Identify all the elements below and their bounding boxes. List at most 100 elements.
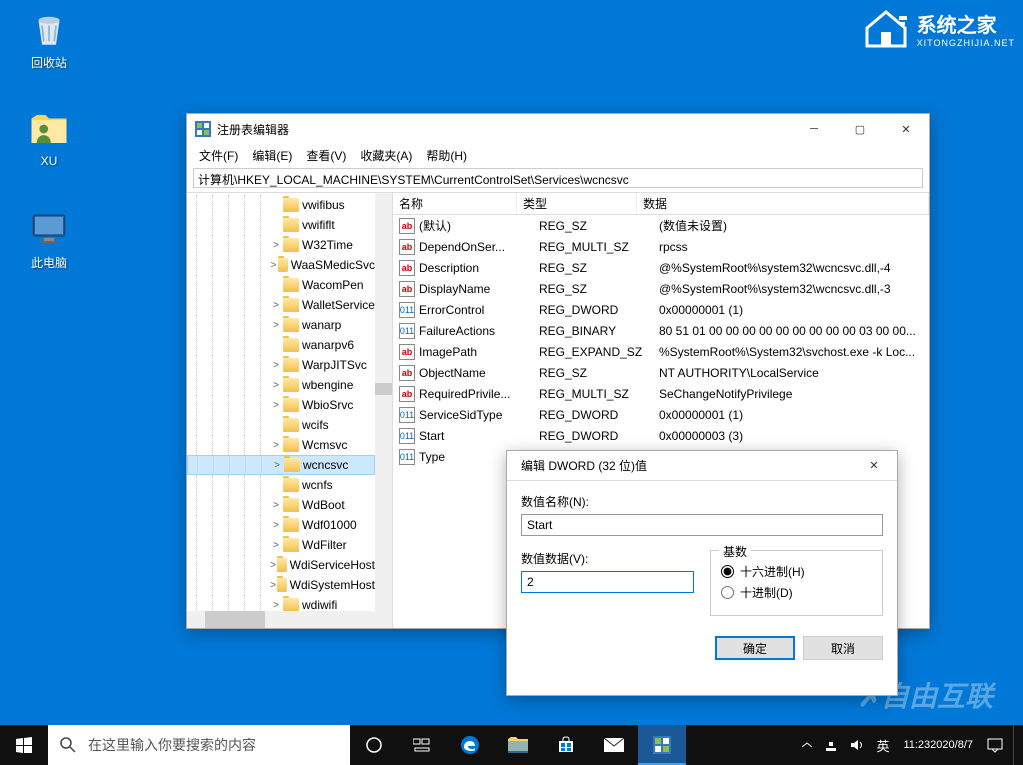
tree-item[interactable]: wcifs [187,415,375,435]
start-button[interactable] [0,725,48,765]
show-desktop[interactable] [1013,725,1019,765]
close-button[interactable]: ✕ [883,114,929,144]
folder-icon [283,498,299,512]
menu-help[interactable]: 帮助(H) [420,145,473,166]
expand-icon[interactable]: > [269,440,283,451]
this-pc-icon[interactable]: 此电脑 [14,208,84,271]
expand-icon[interactable]: > [270,460,284,471]
column-data[interactable]: 数据 [637,193,929,214]
column-name[interactable]: 名称 [393,193,517,214]
menu-file[interactable]: 文件(F) [193,145,244,166]
expand-icon[interactable]: > [269,260,278,271]
cortana-button[interactable] [350,725,398,765]
folder-xu-icon[interactable]: XU [14,108,84,168]
value-type: REG_SZ [533,282,653,296]
value-row[interactable]: abObjectNameREG_SZNT AUTHORITY\LocalServ… [393,362,929,383]
expand-icon[interactable]: > [269,500,283,511]
value-row[interactable]: ab(默认)REG_SZ(数值未设置) [393,215,929,236]
task-view-button[interactable] [398,725,446,765]
value-row[interactable]: abRequiredPrivile...REG_MULTI_SZSeChange… [393,383,929,404]
tree-item[interactable]: >Wdf01000 [187,515,375,535]
recycle-bin-icon[interactable]: 回收站 [14,8,84,71]
value-data: SeChangeNotifyPrivilege [653,387,929,401]
value-row[interactable]: 011StartREG_DWORD0x00000003 (3) [393,425,929,446]
clock-date: 2020/8/7 [930,738,973,752]
expand-icon[interactable]: > [269,320,283,331]
tree-item[interactable]: >WaaSMedicSvc [187,255,375,275]
tree-label: vwififlt [302,218,335,232]
action-center[interactable] [981,725,1009,765]
tree-item[interactable]: >WdBoot [187,495,375,515]
expand-icon[interactable]: > [269,520,283,531]
address-bar[interactable]: 计算机\HKEY_LOCAL_MACHINE\SYSTEM\CurrentCon… [193,168,923,188]
value-row[interactable]: abDescriptionREG_SZ@%SystemRoot%\system3… [393,257,929,278]
store-button[interactable] [542,725,590,765]
tree-item[interactable]: WacomPen [187,275,375,295]
menu-view[interactable]: 查看(V) [300,145,352,166]
tray-ime[interactable]: 英 [870,725,895,765]
value-row[interactable]: abImagePathREG_EXPAND_SZ%SystemRoot%\Sys… [393,341,929,362]
expand-icon[interactable]: > [269,240,283,251]
value-name-input[interactable] [521,514,883,536]
search-box[interactable]: 在这里输入你要搜索的内容 [48,725,350,765]
cancel-button[interactable]: 取消 [803,636,883,660]
tree-item[interactable]: wanarpv6 [187,335,375,355]
expand-icon[interactable]: > [269,380,283,391]
dialog-close-button[interactable]: ✕ [851,451,897,480]
value-name: ObjectName [415,366,533,380]
tree-item[interactable]: >WalletService [187,295,375,315]
value-row[interactable]: 011FailureActionsREG_BINARY80 51 01 00 0… [393,320,929,341]
speaker-icon [850,738,864,752]
tree-item[interactable]: wcnfs [187,475,375,495]
tree-item[interactable]: >wanarp [187,315,375,335]
explorer-button[interactable] [494,725,542,765]
expand-icon[interactable]: > [269,600,283,611]
window-title: 注册表编辑器 [217,121,791,138]
tray-clock[interactable]: 11:23 2020/8/7 [895,725,981,765]
tree-item[interactable]: >wcncsvc [187,455,375,475]
minimize-button[interactable]: ─ [791,114,837,144]
mail-button[interactable] [590,725,638,765]
tray-chevron[interactable] [796,725,818,765]
tree-item[interactable]: vwififlt [187,215,375,235]
value-row[interactable]: abDependOnSer...REG_MULTI_SZrpcss [393,236,929,257]
tree-item[interactable]: >WdFilter [187,535,375,555]
column-type[interactable]: 类型 [517,193,637,214]
tree-item[interactable]: vwifibus [187,195,375,215]
menu-edit[interactable]: 编辑(E) [246,145,298,166]
desktop-label: XU [14,154,84,168]
tree-item[interactable]: >WarpJITSvc [187,355,375,375]
expand-icon[interactable]: > [269,540,283,551]
expand-icon[interactable]: > [269,580,277,591]
expand-icon[interactable]: > [269,400,283,411]
tree-item[interactable]: >wbengine [187,375,375,395]
expand-icon[interactable]: > [269,300,283,311]
regedit-taskbar-button[interactable] [638,725,686,765]
tray-network[interactable] [818,725,844,765]
value-row[interactable]: abDisplayNameREG_SZ@%SystemRoot%\system3… [393,278,929,299]
string-icon: ab [399,239,415,255]
value-data-input[interactable] [521,571,694,593]
value-row[interactable]: 011ErrorControlREG_DWORD0x00000001 (1) [393,299,929,320]
tree-item[interactable]: >WdiSystemHost [187,575,375,595]
tree-panel[interactable]: vwifibus vwififlt >W32Time>WaaSMedicSvcWac… [187,193,393,628]
radio-dec[interactable]: 十进制(D) [721,584,872,601]
tray-volume[interactable] [844,725,870,765]
tree-horizontal-scrollbar[interactable] [187,611,392,628]
radio-hex[interactable]: 十六进制(H) [721,563,872,580]
ok-button[interactable]: 确定 [715,636,795,660]
tree-item[interactable]: >WdiServiceHost [187,555,375,575]
string-icon: ab [399,218,415,234]
value-row[interactable]: 011ServiceSidTypeREG_DWORD0x00000001 (1) [393,404,929,425]
tree-item[interactable]: >Wcmsvc [187,435,375,455]
edge-button[interactable] [446,725,494,765]
menu-favorites[interactable]: 收藏夹(A) [354,145,418,166]
regedit-titlebar[interactable]: 注册表编辑器 ─ ▢ ✕ [187,114,929,144]
tree-vertical-scrollbar[interactable] [375,193,392,611]
tree-item[interactable]: >wdiwifi [187,595,375,611]
tree-item[interactable]: >W32Time [187,235,375,255]
expand-icon[interactable]: > [269,560,277,571]
expand-icon[interactable]: > [269,360,283,371]
maximize-button[interactable]: ▢ [837,114,883,144]
tree-item[interactable]: >WbioSrvc [187,395,375,415]
